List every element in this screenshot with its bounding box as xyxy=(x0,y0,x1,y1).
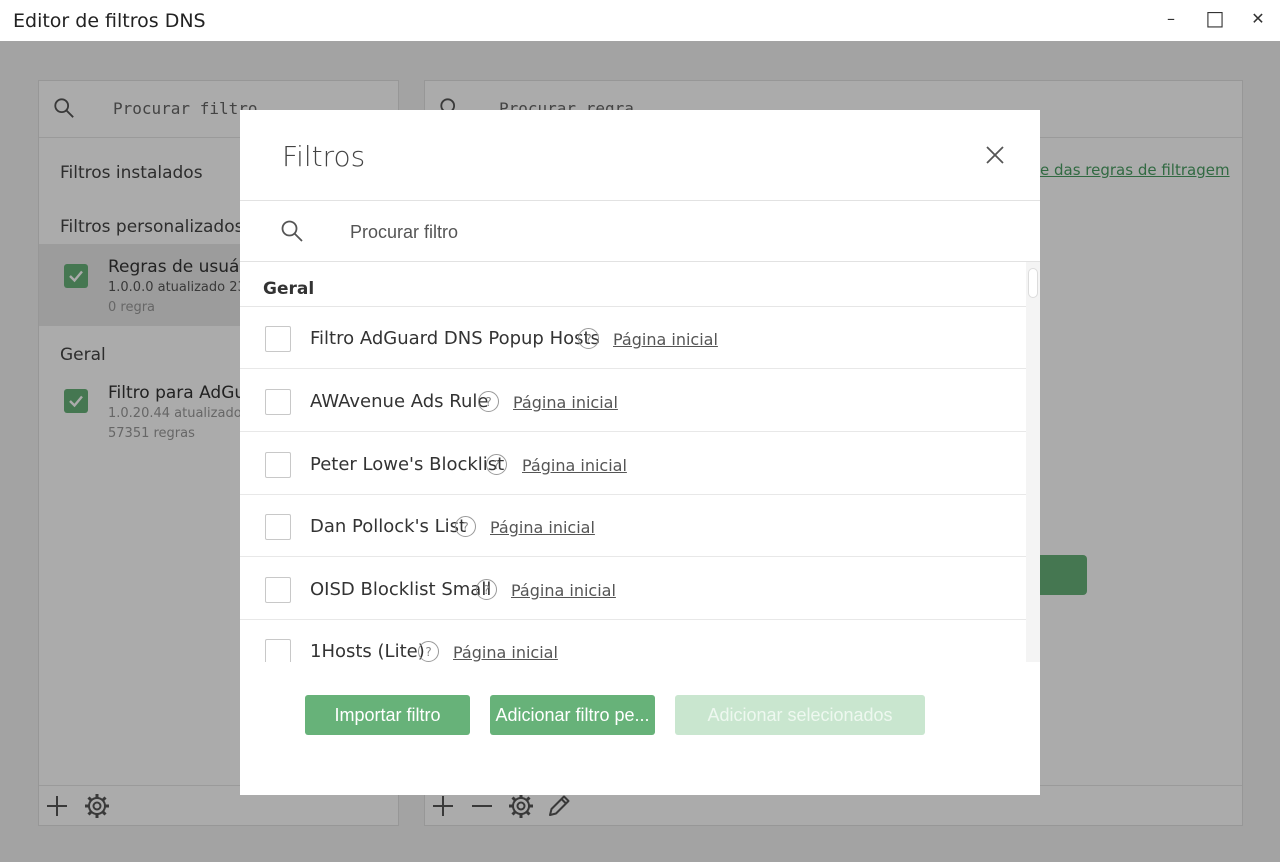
homepage-link[interactable]: Página inicial xyxy=(613,330,718,349)
help-icon[interactable]: ? xyxy=(455,516,476,537)
filter-checkbox[interactable] xyxy=(265,514,291,540)
filter-checkbox[interactable] xyxy=(265,577,291,603)
window-title: Editor de filtros DNS xyxy=(13,10,206,32)
filter-row[interactable]: OISD Blocklist Small ? Página inicial xyxy=(240,558,1026,620)
help-icon[interactable]: ? xyxy=(478,391,499,412)
filter-row[interactable]: AWAvenue Ads Rule ? Página inicial xyxy=(240,370,1026,432)
filter-checkbox[interactable] xyxy=(265,639,291,662)
filter-row[interactable]: Filtro AdGuard DNS Popup Hosts ? Página … xyxy=(240,307,1026,369)
homepage-link[interactable]: Página inicial xyxy=(453,643,558,662)
dialog-title: Filtros xyxy=(282,140,366,173)
dialog-search-input[interactable] xyxy=(350,215,1000,249)
group-title: Geral xyxy=(263,279,315,299)
close-icon[interactable] xyxy=(982,142,1008,168)
maximize-button[interactable]: □ xyxy=(1195,4,1235,32)
close-window-button[interactable]: ✕ xyxy=(1238,4,1278,32)
filters-dialog: Filtros Geral Filtro AdGuard DNS Popup H… xyxy=(240,110,1040,795)
help-icon[interactable]: ? xyxy=(418,641,439,662)
help-icon[interactable]: ? xyxy=(486,454,507,475)
help-icon[interactable]: ? xyxy=(578,328,599,349)
homepage-link[interactable]: Página inicial xyxy=(490,518,595,537)
filter-row-name: Filtro AdGuard DNS Popup Hosts xyxy=(310,328,600,349)
filter-row-name: AWAvenue Ads Rule xyxy=(310,391,489,412)
help-icon[interactable]: ? xyxy=(476,579,497,600)
filter-row-name: 1Hosts (Lite) xyxy=(310,641,425,662)
homepage-link[interactable]: Página inicial xyxy=(522,456,627,475)
add-custom-filter-button[interactable]: Adicionar filtro pe... xyxy=(490,695,655,735)
homepage-link[interactable]: Página inicial xyxy=(513,393,618,412)
import-filter-button[interactable]: Importar filtro xyxy=(305,695,470,735)
dialog-search-row xyxy=(240,200,1040,262)
homepage-link[interactable]: Página inicial xyxy=(511,581,616,600)
search-icon xyxy=(281,220,303,242)
list-scrollbar[interactable] xyxy=(1026,262,1040,662)
filter-row-name: Peter Lowe's Blocklist xyxy=(310,454,505,475)
filter-row[interactable]: Dan Pollock's List ? Página inicial xyxy=(240,495,1026,557)
filter-catalog-list: Geral Filtro AdGuard DNS Popup Hosts ? P… xyxy=(240,262,1026,662)
filter-checkbox[interactable] xyxy=(265,389,291,415)
filter-row-name: Dan Pollock's List xyxy=(310,516,467,537)
title-bar: Editor de filtros DNS – □ ✕ xyxy=(0,0,1280,41)
filter-checkbox[interactable] xyxy=(265,326,291,352)
minimize-button[interactable]: – xyxy=(1151,4,1191,32)
filter-row[interactable]: 1Hosts (Lite) ? Página inicial xyxy=(240,620,1026,662)
filter-checkbox[interactable] xyxy=(265,452,291,478)
filter-row-name: OISD Blocklist Small xyxy=(310,579,492,600)
filter-row[interactable]: Peter Lowe's Blocklist ? Página inicial xyxy=(240,433,1026,495)
add-selected-button[interactable]: Adicionar selecionados xyxy=(675,695,925,735)
scrollbar-thumb[interactable] xyxy=(1028,268,1038,298)
